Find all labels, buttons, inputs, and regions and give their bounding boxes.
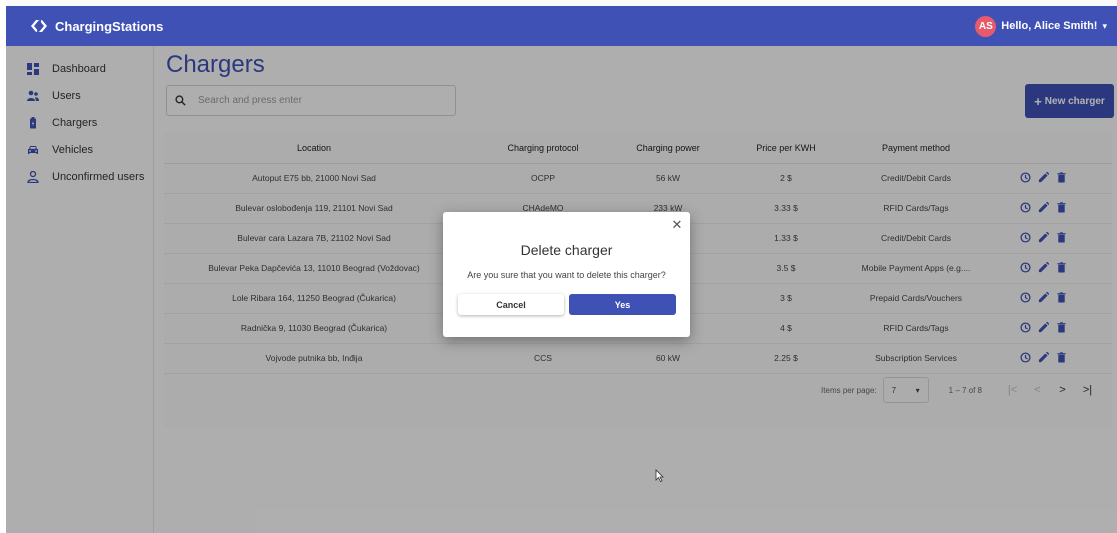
avatar: AS (975, 15, 997, 37)
dialog-title: Delete charger (520, 242, 613, 258)
delete-charger-dialog: ✕ Delete charger Are you sure that you w… (443, 212, 690, 337)
app-root: ChargingStations AS Hello, Alice Smith! … (6, 0, 1117, 533)
brand[interactable]: ChargingStations (30, 19, 163, 34)
cancel-button[interactable]: Cancel (458, 294, 564, 315)
dialog-message: Are you sure that you want to delete thi… (467, 270, 666, 280)
user-menu[interactable]: AS Hello, Alice Smith! ▾ (975, 6, 1107, 46)
logo-icon (31, 19, 47, 33)
user-greeting: Hello, Alice Smith! (1001, 20, 1098, 32)
brand-name: ChargingStations (55, 18, 164, 34)
mouse-cursor-icon (655, 469, 664, 482)
chevron-down-icon: ▾ (1102, 20, 1107, 31)
confirm-yes-button[interactable]: Yes (569, 294, 676, 315)
top-bar: ChargingStations AS Hello, Alice Smith! … (6, 6, 1117, 46)
close-icon[interactable]: ✕ (670, 218, 684, 232)
